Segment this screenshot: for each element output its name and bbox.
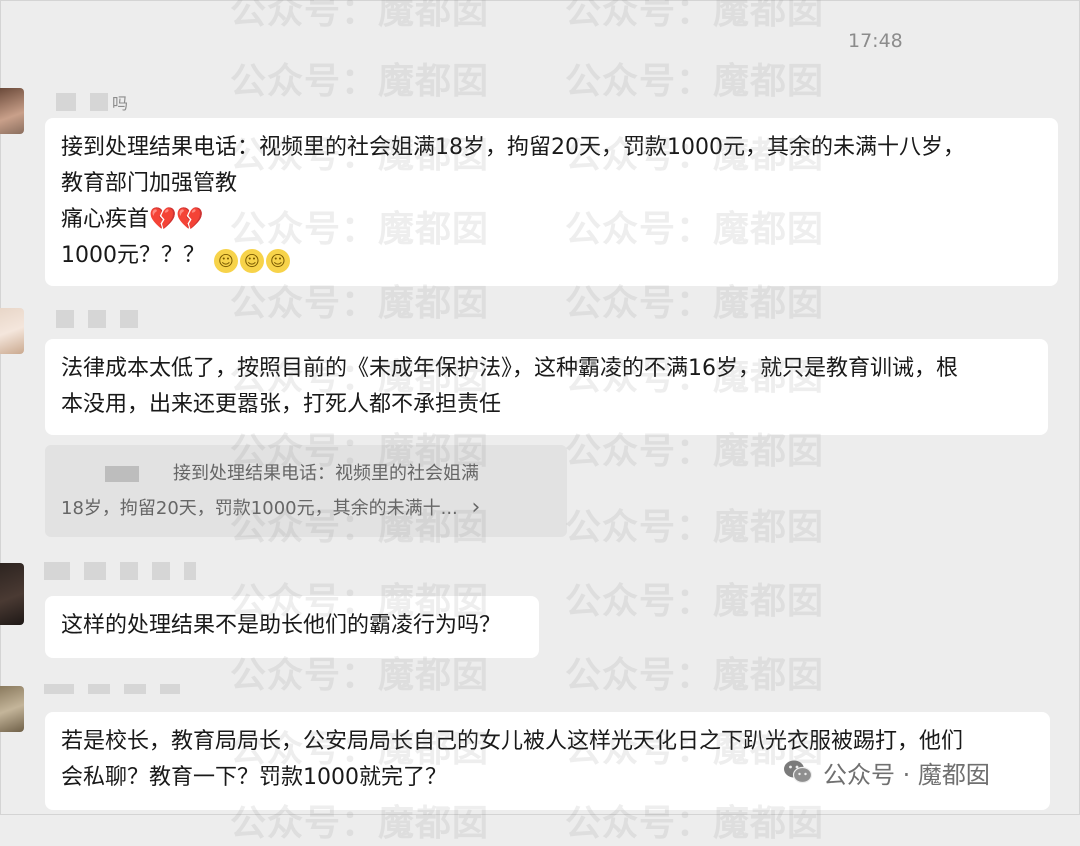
timestamp: 17:48 [848,30,903,52]
emoji-face-icon: ☺ [266,249,290,273]
message-bubble[interactable]: 这样的处理结果不是助长他们的霸凌行为吗？ [45,596,539,658]
emoji-face-icon: ☺ [240,249,264,273]
avatar[interactable] [0,563,24,625]
message-text: 法律成本太低了，按照目前的《未成年保护法》，这种霸凌的不满16岁，就只是教育训诫… [61,356,958,381]
wechat-icon [783,757,813,787]
quote-text: 接到处理结果电话：视频里的社会姐满 [173,463,479,484]
avatar[interactable] [0,308,24,354]
nickname [44,678,194,700]
quote-text: 18岁，拘留20天，罚款1000元，其余的未满十... [61,498,458,519]
nickname: 吗 [56,90,128,113]
emoji-face-icon: ☺ [214,249,238,273]
message-text: 本没用，出来还更嚣张，打死人都不承担责任 [61,392,502,417]
message-text: 1000元？？？ [61,243,205,268]
message-bubble[interactable]: 法律成本太低了，按照目前的《未成年保护法》，这种霸凌的不满16岁，就只是教育训诫… [45,339,1048,435]
message-text: 教育部门加强管教 [61,171,238,196]
quote-author-placeholder [105,466,139,482]
message-text: 痛心疾首 [61,207,150,232]
broken-heart-icon: 💔 [149,207,177,232]
avatar[interactable] [0,686,24,732]
message-text: 接到处理结果电话：视频里的社会姐满18岁，拘留20天，罚款1000元，其余的未满… [61,135,965,160]
nickname [56,308,152,330]
avatar[interactable] [0,88,24,134]
message-bubble[interactable]: 接到处理结果电话：视频里的社会姐满18岁，拘留20天，罚款1000元，其余的未满… [45,118,1058,286]
account-watermark-logo: 公众号 · 魔都囡 [783,756,990,789]
message-text: 这样的处理结果不是助长他们的霸凌行为吗？ [61,613,502,638]
quoted-message[interactable]: 接到处理结果电话：视频里的社会姐满 18岁，拘留20天，罚款1000元，其余的未… [45,445,567,537]
chevron-right-icon: › [471,495,481,520]
nickname [44,560,210,582]
logo-text: 公众号 · 魔都囡 [823,760,990,789]
broken-heart-icon: 💔 [176,207,204,232]
